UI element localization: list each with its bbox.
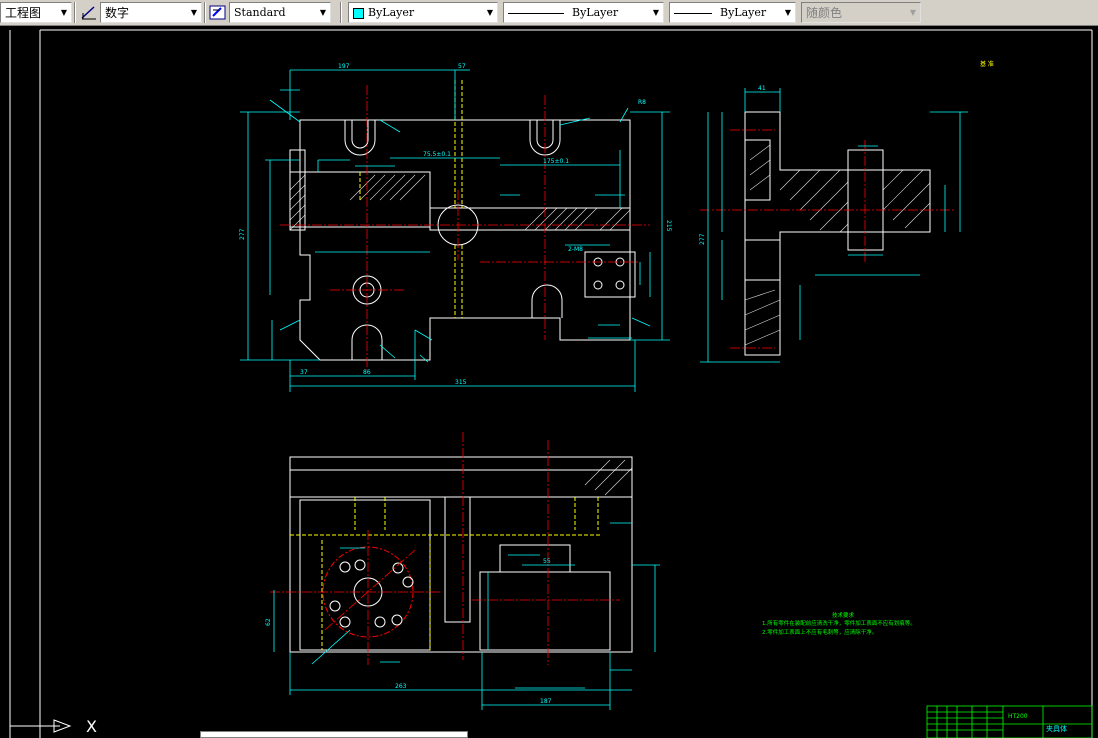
tech-notes-line1: 1.所有零件在装配前应清洗干净，零件加工表面不应有划痕等。 [762,619,916,627]
lineweight-preview-icon [674,12,712,14]
dim-bottom-left: 37 [300,369,308,376]
hatch-top-right [524,207,631,231]
tech-notes-line2: 2.零件加工表面上不应有毛刺等，应清除干净。 [762,628,877,636]
chevron-down-icon: ▼ [909,8,917,17]
toolbar-separator [340,2,342,23]
side-dim-top-width: 41 [758,85,766,92]
top-view-dimensions [240,69,670,392]
ucs-x-label: X [86,717,97,736]
chevron-down-icon[interactable]: ▼ [781,4,795,21]
plot-style-value: 随颜色 [806,6,843,20]
color-control-value: ByLayer [368,6,415,19]
lineweight-control-combo[interactable]: ByLayer ▼ [669,2,796,23]
front-dim-left-height: 62 [265,618,272,626]
drawing-frame [9,29,1093,738]
dimension-style-value: 数字 [105,6,130,20]
chevron-down-icon[interactable]: ▼ [316,4,330,21]
top-view-outline [299,119,631,361]
dim-height-total: 277 [239,228,246,240]
table-style-combo[interactable]: 工程图 ▼ [0,2,72,23]
front-view-hatch [584,459,633,496]
chevron-down-icon[interactable]: ▼ [483,4,497,21]
side-dim-total-height: 277 [699,233,706,245]
text-style-icon[interactable] [209,4,227,21]
dim-width-right-top: 57 [458,63,466,70]
properties-toolbar: 工程图 ▼ 数字 ▼ Standard ▼ ByLayer ▼ ByLayer … [0,0,1098,26]
front-view-outline [289,456,633,653]
linetype-preview-icon [508,12,564,14]
text-style-combo[interactable]: Standard ▼ [229,2,331,23]
color-swatch-icon [353,7,364,19]
top-view[interactable]: 197 57 277 215 315 37 86 75.5±0.1 175±0.… [239,63,672,392]
technical-notes: 技术要求 1.所有零件在装配前应清洗干净，零件加工表面不应有划痕等。 2.零件加… [762,611,916,636]
top-slot-left [344,120,376,156]
dim-height-right: 215 [665,220,672,232]
label-2-m8: 2-M8 [568,246,583,253]
dim-mid-1: 75.5±0.1 [423,151,451,158]
bottom-slot-right [531,284,563,318]
dimension-style-combo[interactable]: 数字 ▼ [100,2,202,23]
front-dim-bottom-right: 187 [540,698,552,705]
linetype-control-value: ByLayer [572,6,619,19]
plot-style-combo: 随颜色 ▼ [801,2,921,23]
title-block-name: 夹具体 [1046,724,1067,733]
side-view[interactable]: 277 41 [699,85,968,363]
lineweight-control-value: ByLayer [720,6,767,19]
chevron-down-icon[interactable]: ▼ [57,4,71,21]
text-style-value: Standard [234,6,286,19]
front-view[interactable]: 263 187 62 55 [265,432,660,710]
dim-bottom-mid: 86 [363,369,371,376]
color-control-combo[interactable]: ByLayer ▼ [348,2,498,23]
hatch-top-left [289,174,426,231]
table-style-value: 工程图 [5,6,42,20]
tech-notes-title: 技术要求 [832,611,855,619]
front-dim-mid: 55 [543,558,551,565]
toolbar-separator [74,2,76,23]
chevron-down-icon[interactable]: ▼ [649,4,663,21]
dimension-style-icon[interactable] [80,4,98,21]
ucs-icon: X [10,717,97,736]
dim-width-top: 197 [338,63,350,70]
linetype-control-combo[interactable]: ByLayer ▼ [503,2,664,23]
title-block-material: HT200 [1008,713,1028,720]
dim-mid-2: 175±0.1 [543,158,569,165]
chevron-down-icon[interactable]: ▼ [187,4,201,21]
side-view-hatch [744,144,931,346]
label-r8: R8 [638,99,646,106]
toolbar-separator [204,2,206,23]
datum-mark: 基 准 [980,60,994,68]
dim-width-total: 315 [455,379,467,386]
command-window[interactable] [200,731,468,738]
front-dim-total-width: 263 [395,683,407,690]
drawing-canvas[interactable]: 197 57 277 215 315 37 86 75.5±0.1 175±0.… [0,26,1098,738]
side-view-outline [744,111,931,356]
title-block[interactable]: HT200 夹具体 [926,705,1093,738]
